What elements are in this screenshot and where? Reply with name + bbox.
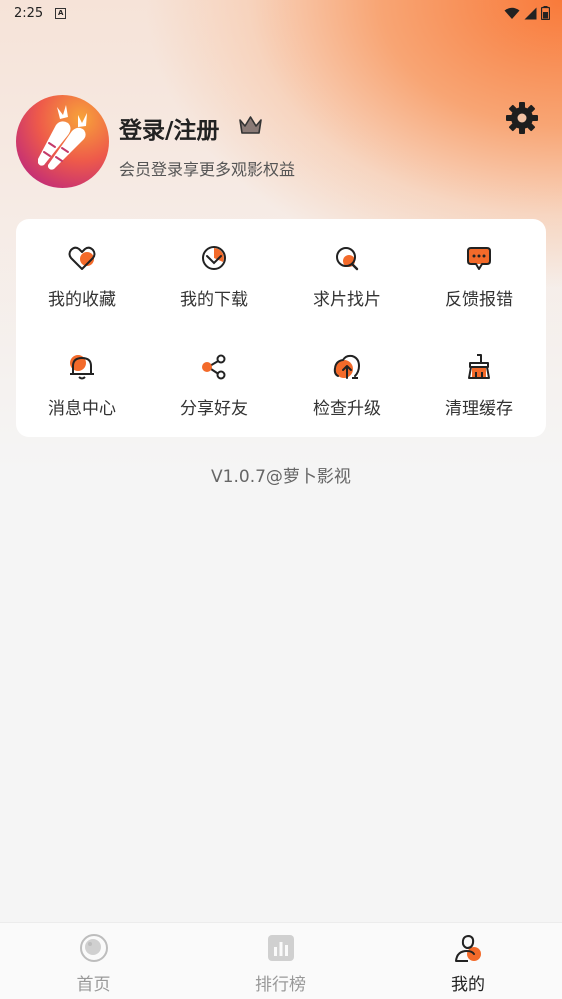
bell-icon — [70, 355, 94, 380]
status-indicators — [504, 6, 550, 20]
signal-icon — [524, 7, 537, 19]
search-icon — [336, 247, 359, 271]
login-subtitle: 会员登录享更多观影权益 — [119, 160, 296, 179]
broom-icon — [468, 354, 490, 379]
ranking-icon — [267, 935, 294, 961]
wifi-icon — [504, 7, 520, 19]
notification-icon: A — [55, 7, 67, 19]
grid-item-label: 求片找片 — [313, 290, 381, 310]
grid-item-label: 分享好友 — [180, 399, 248, 419]
avatar[interactable] — [16, 95, 109, 188]
upgrade-icon — [333, 354, 361, 379]
grid-item-upgrade[interactable]: 检查升级 — [281, 328, 413, 428]
grid-item-downloads[interactable]: 我的下载 — [148, 219, 280, 319]
status-bar: 2:25 A — [0, 0, 562, 26]
grid-item-favorites[interactable]: 我的收藏 — [16, 219, 148, 319]
grid-item-label: 检查升级 — [313, 399, 381, 419]
download-icon — [202, 246, 226, 270]
tab-label: 排行榜 — [255, 975, 306, 995]
profile-icon — [455, 934, 481, 962]
tab-label: 我的 — [451, 975, 485, 995]
grid-item-messages[interactable]: 消息中心 — [16, 328, 148, 428]
version-text: V1.0.7@萝卜影视 — [211, 467, 351, 487]
feedback-icon — [467, 247, 491, 270]
grid-item-share[interactable]: 分享好友 — [148, 328, 280, 428]
crown-icon — [239, 116, 262, 134]
tab-label: 首页 — [76, 975, 111, 995]
grid-item-request[interactable]: 求片找片 — [281, 219, 413, 319]
tab-mine[interactable]: 我的 — [374, 923, 562, 999]
grid-item-label: 清理缓存 — [445, 399, 513, 419]
grid-item-label: 我的收藏 — [48, 290, 116, 310]
login-register-title[interactable]: 登录/注册 — [119, 111, 219, 145]
gear-icon[interactable] — [505, 101, 539, 135]
battery-icon — [541, 6, 550, 20]
tab-ranking[interactable]: 排行榜 — [187, 923, 374, 999]
tab-home[interactable]: 首页 — [0, 923, 187, 999]
share-icon — [202, 354, 226, 380]
grid-item-clear-cache[interactable]: 清理缓存 — [413, 328, 545, 428]
carrot-logo-icon — [38, 105, 87, 170]
grid-item-feedback[interactable]: 反馈报错 — [413, 219, 545, 319]
heart-icon — [68, 246, 96, 270]
feature-grid: 我的收藏 我的下载 求片找片 反馈报错 消息中心 分享好友 检查升级 清理缓存 — [16, 219, 546, 437]
grid-item-label: 我的下载 — [180, 290, 248, 310]
bottom-tab-bar: 首页 排行榜 我的 — [0, 922, 562, 999]
home-icon — [79, 934, 108, 962]
status-time: 2:25 — [14, 5, 44, 21]
grid-item-label: 反馈报错 — [445, 290, 513, 310]
grid-item-label: 消息中心 — [48, 399, 116, 419]
